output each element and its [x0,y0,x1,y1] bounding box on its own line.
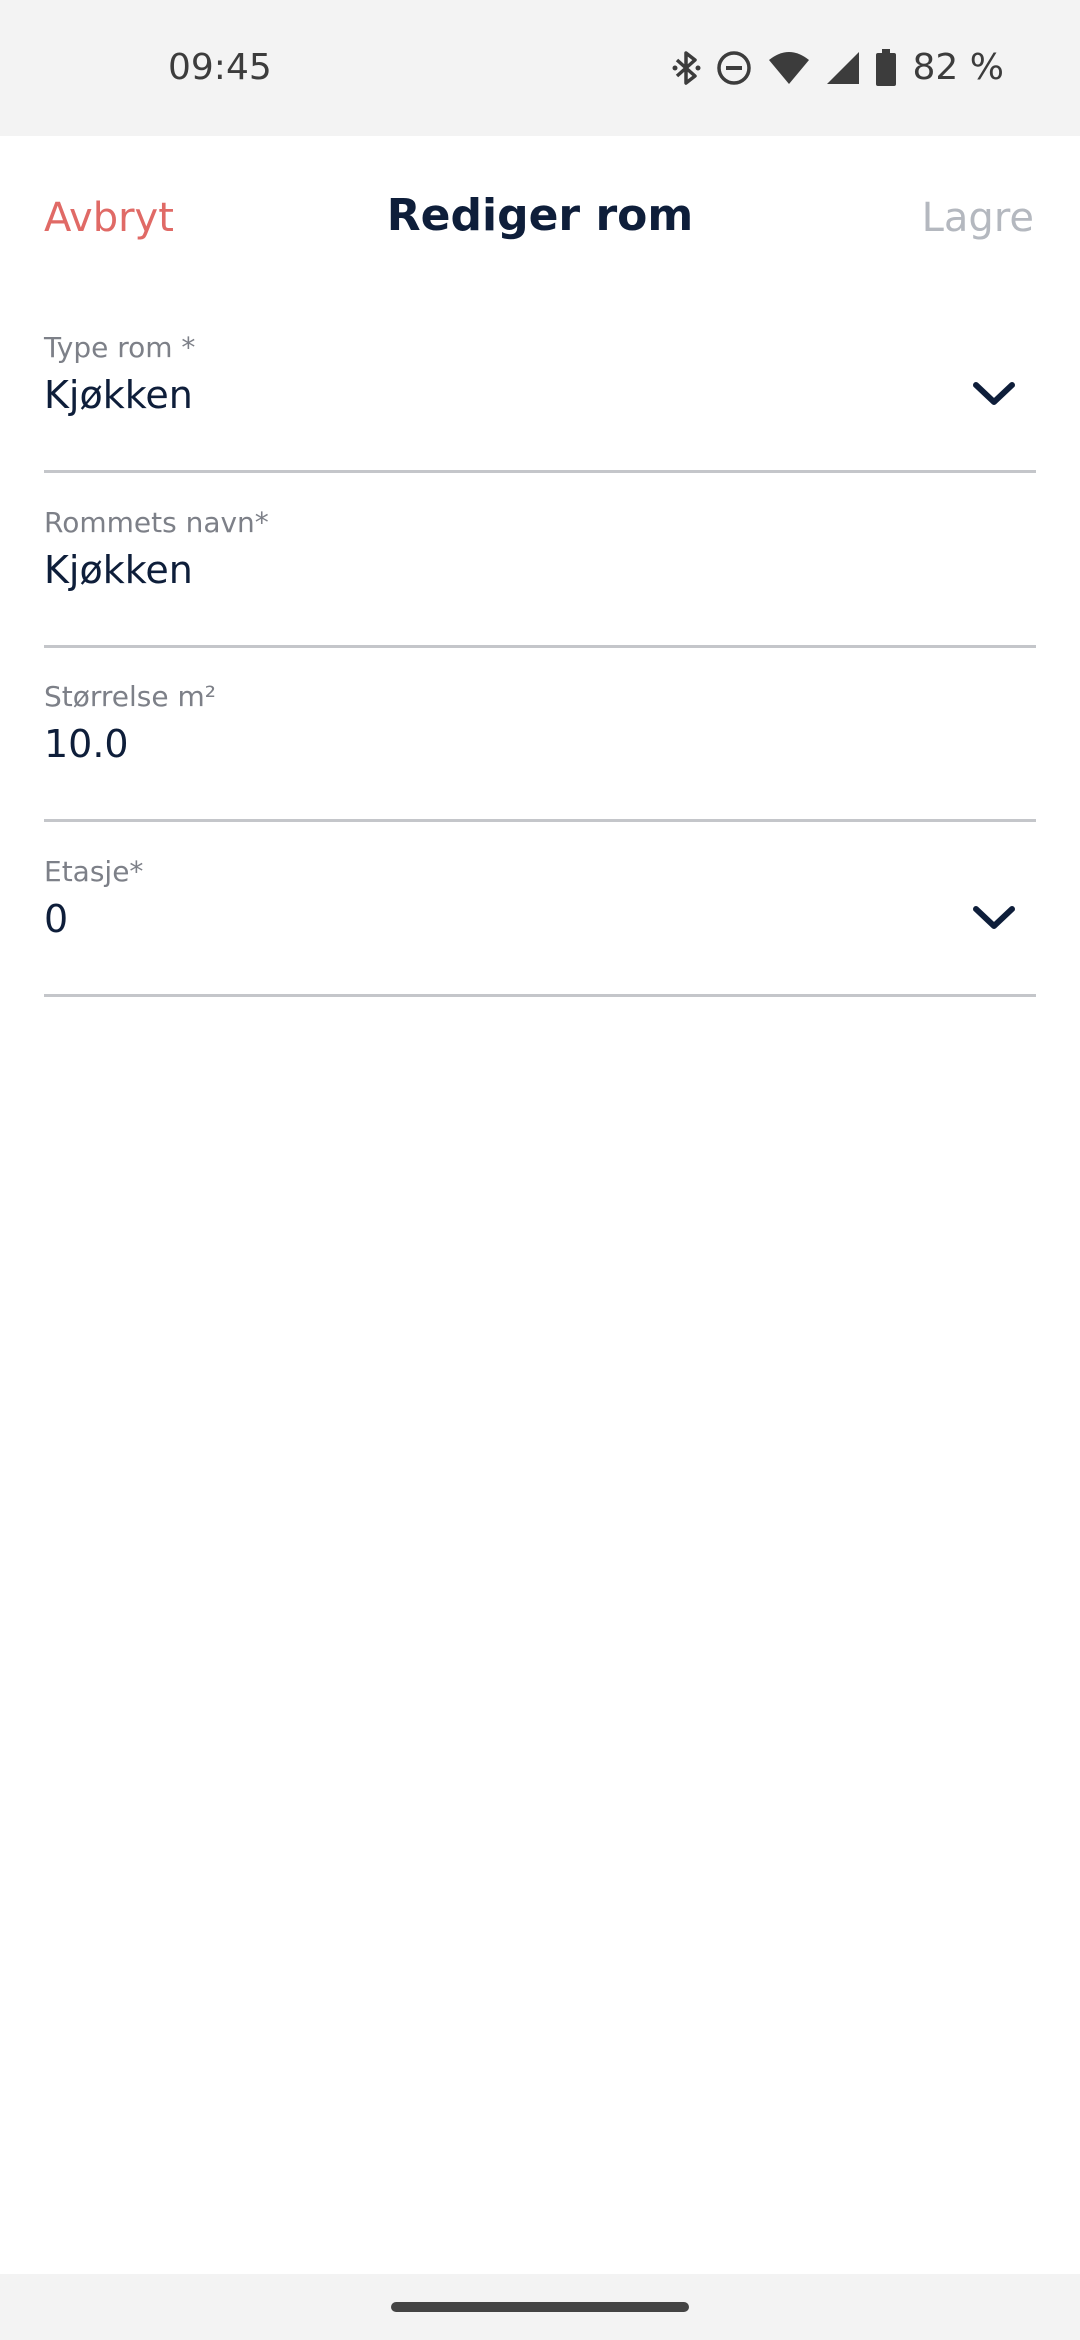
room-name-label: Rommets navn* [44,506,269,539]
save-button[interactable]: Lagre [922,192,1034,244]
floor-select[interactable]: Etasje* 0 [44,854,1036,997]
room-name-field[interactable]: Rommets navn* Kjøkken [44,505,1036,648]
floor-label: Etasje* [44,855,144,888]
signal-icon [825,50,861,86]
size-field[interactable]: Størrelse m² 10.0 [44,679,1036,822]
room-type-label: Type rom * [44,331,196,364]
battery-icon [875,49,897,87]
size-input[interactable]: 10.0 [44,719,129,769]
room-type-select[interactable]: Type rom * Kjøkken [44,330,1036,473]
room-type-value: Kjøkken [44,373,193,417]
battery-percentage: 82 % [912,47,1004,88]
bluetooth-icon [671,50,701,86]
status-time: 09:45 [168,47,272,88]
size-label: Størrelse m² [44,680,217,713]
chevron-down-icon[interactable] [972,904,1016,936]
wifi-icon [767,50,811,86]
status-bar: 09:45 82 % [0,0,1080,136]
app-header: Avbryt Rediger rom Lagre [0,136,1080,296]
status-icons: 82 % [671,44,1004,92]
room-name-input[interactable]: Kjøkken [44,545,193,595]
home-gesture-handle[interactable] [391,2302,689,2312]
navigation-bar [0,2274,1080,2340]
page-title: Rediger rom [386,190,694,241]
floor-value: 0 [44,897,69,941]
do-not-disturb-icon [715,49,753,87]
chevron-down-icon[interactable] [972,380,1016,412]
